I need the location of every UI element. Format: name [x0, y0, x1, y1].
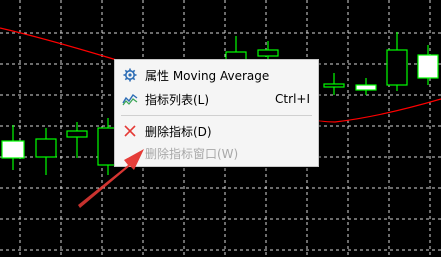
- chart-window[interactable]: 属性 Moving Average 指标列表(L) Ctrl+I 删除指标(D): [0, 0, 441, 257]
- blank-icon: [122, 145, 138, 161]
- delete-x-icon: [122, 123, 138, 139]
- menu-separator: [121, 115, 312, 116]
- candle-body: [66, 130, 88, 138]
- context-menu: 属性 Moving Average 指标列表(L) Ctrl+I 删除指标(D): [114, 59, 319, 167]
- candle-body: [355, 84, 377, 91]
- menu-item-label: 属性 Moving Average: [145, 68, 270, 83]
- menu-item-indicator-list[interactable]: 指标列表(L) Ctrl+I: [115, 88, 318, 110]
- indicator-list-icon: [122, 91, 138, 107]
- candle-body: [1, 140, 25, 159]
- menu-item-properties[interactable]: 属性 Moving Average: [115, 64, 318, 86]
- candle-body: [323, 83, 345, 88]
- candle-body: [35, 138, 57, 158]
- menu-item-label: 指标列表(L): [145, 92, 210, 107]
- menu-item-label: 删除指标窗口(W): [145, 146, 239, 161]
- candle-body: [417, 54, 439, 79]
- menu-item-delete-indicator-window: 删除指标窗口(W): [115, 142, 318, 164]
- candle-body: [386, 49, 408, 86]
- gear-icon: [122, 67, 138, 83]
- menu-item-shortcut: Ctrl+I: [275, 92, 310, 106]
- candle-body: [257, 49, 279, 57]
- menu-item-delete-indicator[interactable]: 删除指标(D): [115, 120, 318, 142]
- menu-item-label: 删除指标(D): [145, 124, 212, 139]
